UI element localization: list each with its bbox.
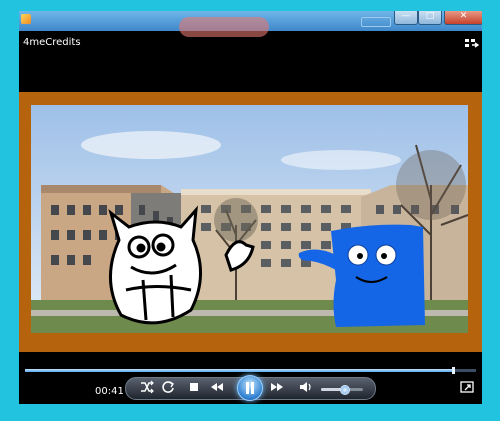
speaker-icon[interactable] [298,379,314,395]
media-player-window: — □ ✕ 4meCredits 00:41 [19,11,482,404]
maximize-icon: □ [425,11,435,21]
video-frame-image [31,105,468,333]
next-icon[interactable] [269,379,285,395]
elapsed-time: 00:41 [95,386,124,397]
seek-bar-thumb[interactable] [452,367,456,374]
now-playing-title: 4meCredits [23,37,81,48]
title-bar[interactable]: — □ ✕ [19,11,482,37]
video-display[interactable] [31,105,468,333]
media-player-app-icon [21,14,31,24]
close-button[interactable]: ✕ [444,11,482,25]
seek-bar-progress [25,369,454,372]
shuffle-icon[interactable] [139,379,155,395]
pause-icon [246,382,254,394]
video-frame [19,92,482,352]
play-pause-button[interactable] [237,375,263,401]
repeat-icon[interactable] [160,379,176,395]
maximize-button[interactable]: □ [418,11,442,25]
previous-icon[interactable] [209,379,225,395]
title-bar-ghost-button [361,17,391,27]
title-bar-reflection [179,17,269,37]
fullscreen-icon[interactable] [459,379,475,395]
minimize-icon: — [401,11,411,21]
close-icon: ✕ [459,11,468,21]
stop-icon[interactable] [186,379,202,395]
minimize-button[interactable]: — [394,11,418,25]
seek-bar[interactable] [25,367,476,374]
volume-slider[interactable] [321,385,363,395]
switch-to-library-icon[interactable] [465,39,479,51]
